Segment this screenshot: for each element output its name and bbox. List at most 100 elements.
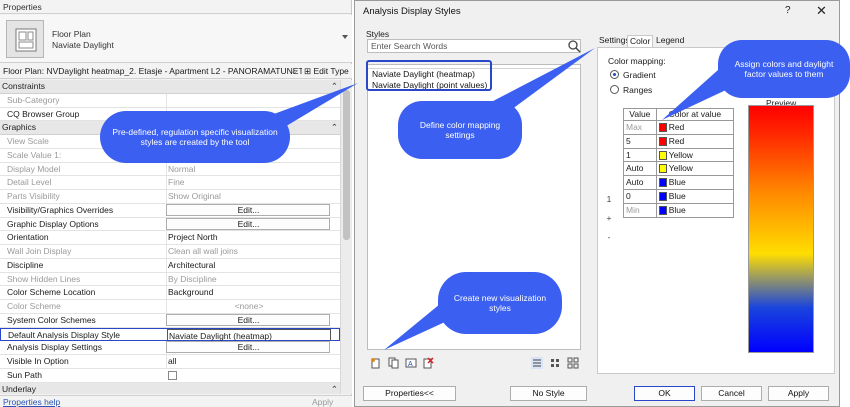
property-category[interactable]: Constraints ⌃ xyxy=(0,80,340,94)
edit-button[interactable]: Edit... xyxy=(166,217,330,230)
gradient-radio[interactable] xyxy=(610,70,619,79)
sun-path-checkbox[interactable] xyxy=(168,370,177,380)
search-input[interactable]: Enter Search Words xyxy=(367,39,581,53)
value-cell[interactable]: Auto xyxy=(624,176,657,189)
ranges-radio[interactable] xyxy=(610,85,619,94)
rename-style-icon[interactable]: A xyxy=(405,357,417,369)
no-style-button[interactable]: No Style xyxy=(510,386,587,401)
category-label: Graphics xyxy=(2,122,37,133)
property-row[interactable]: Analysis Display Settings Edit... xyxy=(0,341,340,355)
property-row[interactable]: Wall Join Display Clean all wall joins xyxy=(0,245,340,259)
color-swatch[interactable] xyxy=(658,136,667,146)
color-table-row[interactable]: 5 Red xyxy=(623,134,734,149)
apply-button[interactable]: Apply xyxy=(768,386,829,401)
properties-help-link[interactable]: Properties help xyxy=(3,397,60,407)
property-value[interactable] xyxy=(166,93,330,107)
property-row[interactable]: Detail Level Fine xyxy=(0,176,340,190)
color-cell[interactable]: Yellow xyxy=(657,162,733,175)
close-button[interactable]: ✕ xyxy=(816,3,827,19)
property-row[interactable]: Visible In Option all xyxy=(0,355,340,369)
color-swatch[interactable] xyxy=(658,178,667,188)
color-swatch[interactable] xyxy=(658,164,667,174)
property-value[interactable]: Background xyxy=(166,286,330,300)
row-tools: 1 + - xyxy=(603,193,615,250)
value-cell[interactable]: 1 xyxy=(624,148,657,162)
property-row[interactable]: System Color Schemes Edit... xyxy=(0,313,340,328)
color-table-row[interactable]: Min Blue xyxy=(623,203,734,218)
type-selector[interactable]: Floor Plan Naviate Daylight xyxy=(0,15,352,63)
color-table-row[interactable]: 1 Yellow xyxy=(623,148,734,163)
edit-button[interactable]: Edit... xyxy=(166,203,330,216)
property-value[interactable]: Architectural xyxy=(166,258,330,272)
chevron-down-icon[interactable]: ⌵ xyxy=(291,64,297,78)
value-cell[interactable]: Min xyxy=(624,203,657,217)
value-cell[interactable]: 5 xyxy=(624,134,657,148)
ok-button[interactable]: OK xyxy=(634,386,695,401)
edit-button[interactable]: Edit... xyxy=(166,313,330,326)
property-row[interactable]: Discipline Architectural xyxy=(0,258,340,273)
cancel-button[interactable]: Cancel xyxy=(701,386,762,401)
property-row[interactable]: Orientation Project North xyxy=(0,231,340,245)
properties-scrollbar[interactable] xyxy=(340,80,352,394)
property-value[interactable]: all xyxy=(166,355,330,368)
property-value[interactable]: Fine xyxy=(166,176,330,190)
property-row[interactable]: Parts Visibility Show Original xyxy=(0,190,340,204)
color-cell[interactable]: Yellow xyxy=(657,149,733,162)
property-value[interactable]: By Discipline xyxy=(166,272,330,286)
scrollbar-thumb[interactable] xyxy=(343,90,350,240)
color-table-row[interactable]: Auto Yellow xyxy=(623,162,734,177)
color-swatch[interactable] xyxy=(658,123,667,132)
property-row[interactable]: Display Model Normal xyxy=(0,162,340,177)
collapse-icon[interactable]: ⌃ xyxy=(331,383,338,395)
color-swatch[interactable] xyxy=(658,191,667,201)
delete-style-icon[interactable] xyxy=(422,357,434,369)
property-row[interactable]: Sun Path xyxy=(0,368,340,383)
value-cell[interactable]: Auto xyxy=(624,162,657,176)
color-table-row[interactable]: Auto Blue xyxy=(623,176,734,190)
tab-color[interactable]: Color xyxy=(627,35,654,47)
property-row[interactable]: Sub-Category xyxy=(0,93,340,108)
add-row-button[interactable]: + xyxy=(603,212,615,231)
color-swatch[interactable] xyxy=(658,150,667,160)
property-value[interactable]: Project North xyxy=(166,231,330,245)
property-value[interactable]: <none> xyxy=(166,300,330,313)
new-style-icon[interactable] xyxy=(370,357,382,369)
property-row[interactable]: Default Analysis Display Style Naviate Da… xyxy=(0,327,340,342)
edit-button[interactable]: Edit... xyxy=(166,341,330,354)
small-icons-view-icon[interactable] xyxy=(549,357,561,369)
color-cell[interactable]: Blue xyxy=(657,190,733,203)
list-view-icon[interactable] xyxy=(531,357,543,369)
color-cell[interactable]: Blue xyxy=(657,176,733,189)
color-cell[interactable]: Blue xyxy=(657,204,733,217)
dropdown-arrow-icon[interactable] xyxy=(342,35,348,39)
property-row[interactable]: Color Scheme Location Background xyxy=(0,286,340,300)
property-row[interactable]: Graphic Display Options Edit... xyxy=(0,217,340,232)
collapse-icon[interactable]: ⌃ xyxy=(331,80,338,93)
help-button[interactable]: ? xyxy=(785,5,791,16)
color-table-row[interactable]: 0 Blue xyxy=(623,189,734,204)
remove-row-button[interactable]: - xyxy=(603,231,615,250)
color-table-row[interactable]: Max Red xyxy=(623,121,734,135)
collapse-icon[interactable]: ⌃ xyxy=(331,121,338,134)
palette-apply-button[interactable]: Apply xyxy=(312,397,333,407)
color-swatch[interactable] xyxy=(658,205,667,215)
property-row[interactable]: Visibility/Graphics Overrides Edit... xyxy=(0,203,340,218)
value-cell[interactable]: Max xyxy=(624,121,657,134)
search-icon[interactable] xyxy=(567,39,581,53)
property-value[interactable]: Clean all wall joins xyxy=(166,245,330,258)
properties-toggle-button[interactable]: Properties<< xyxy=(363,386,456,401)
edit-type-button[interactable]: ⊞ Edit Type xyxy=(302,64,352,78)
property-category[interactable]: Underlay ⌃ xyxy=(0,382,340,395)
large-icons-view-icon[interactable] xyxy=(567,357,579,369)
duplicate-style-icon[interactable] xyxy=(388,357,400,369)
property-value[interactable]: Show Original xyxy=(166,190,330,203)
property-value[interactable]: Naviate Daylight (heatmap) xyxy=(167,328,331,342)
instance-selector[interactable]: Floor Plan: NVDaylight heatmap_2. Etasje… xyxy=(0,64,352,79)
color-cell[interactable]: Red xyxy=(657,121,733,134)
property-row[interactable]: Color Scheme <none> xyxy=(0,300,340,314)
property-row[interactable]: Show Hidden Lines By Discipline xyxy=(0,272,340,287)
value-cell[interactable]: 0 xyxy=(624,189,657,203)
property-value[interactable]: Normal xyxy=(166,162,330,176)
color-cell[interactable]: Red xyxy=(657,135,733,148)
tab-legend[interactable]: Legend xyxy=(654,35,686,47)
